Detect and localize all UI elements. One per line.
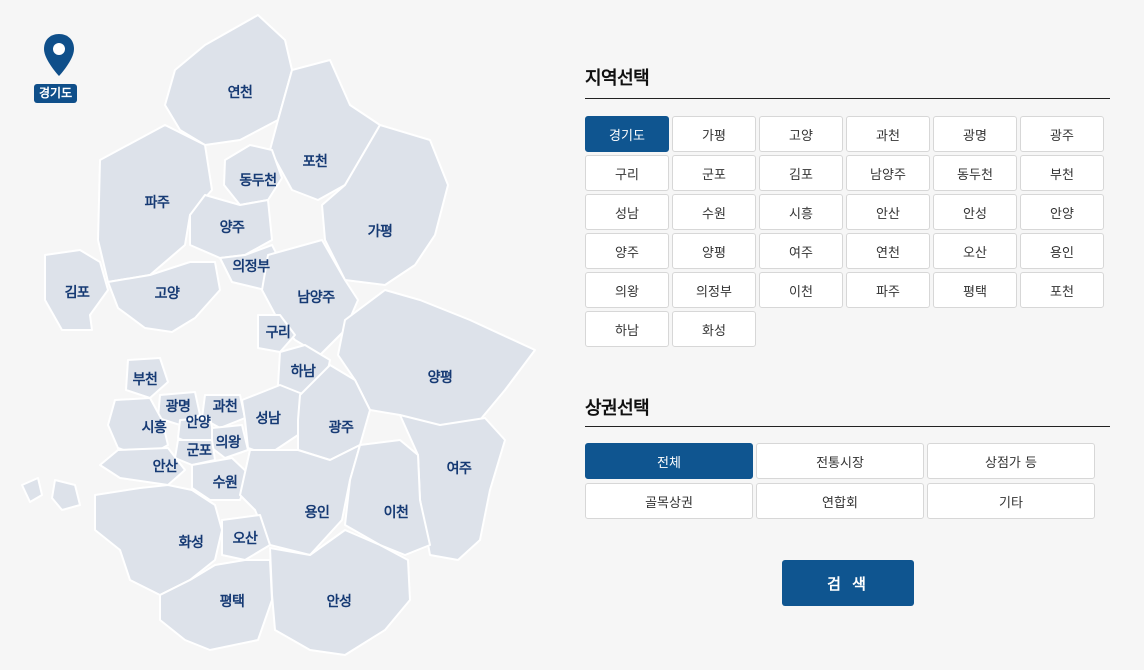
- map-region-label[interactable]: 여주: [447, 458, 472, 478]
- map-region-label[interactable]: 하남: [291, 361, 316, 381]
- map-region-label[interactable]: 파주: [145, 192, 170, 212]
- region-options: 경기도 가평 고양 과천 광명 광주구리 군포 김포 남양주 동두천 부천성남 수원 시흥 안산 안성 안양양…: [585, 116, 1104, 347]
- map-region-label[interactable]: 이천: [384, 502, 409, 522]
- market-option[interactable]: 골목상권: [585, 483, 753, 519]
- map-region-label[interactable]: 용인: [305, 502, 330, 522]
- market-option[interactable]: 연합회: [756, 483, 924, 519]
- market-select-divider: [585, 426, 1110, 427]
- region-option[interactable]: 안양: [1020, 194, 1104, 230]
- region-option[interactable]: 남양주: [846, 155, 930, 191]
- region-option[interactable]: 평택: [933, 272, 1017, 308]
- region-option[interactable]: 김포: [759, 155, 843, 191]
- region-option[interactable]: 가평: [672, 116, 756, 152]
- map-region-label[interactable]: 수원: [213, 472, 238, 492]
- region-option[interactable]: 파주: [846, 272, 930, 308]
- map-region-label[interactable]: 고양: [155, 283, 180, 303]
- market-option[interactable]: 상점가 등: [927, 443, 1095, 479]
- market-option[interactable]: 전통시장: [756, 443, 924, 479]
- region-option[interactable]: 포천: [1020, 272, 1104, 308]
- region-option[interactable]: 의왕: [585, 272, 669, 308]
- map-pin-icon: [43, 34, 75, 82]
- map-region-label[interactable]: 김포: [65, 282, 90, 302]
- map-region-label[interactable]: 광주: [329, 417, 354, 437]
- market-option[interactable]: 전체: [585, 443, 753, 479]
- region-option[interactable]: 여주: [759, 233, 843, 269]
- region-option[interactable]: 과천: [846, 116, 930, 152]
- map-region-label[interactable]: 부천: [133, 369, 158, 389]
- market-options: 전체 전통시장 상점가 등골목상권 연합회 기타: [585, 443, 1095, 519]
- map-region-label[interactable]: 안산: [153, 456, 178, 476]
- map-region-label[interactable]: 동두천: [239, 170, 277, 190]
- map-region-label[interactable]: 남양주: [297, 287, 335, 307]
- map-region-label[interactable]: 오산: [233, 528, 258, 548]
- map-region-island-2: [51, 479, 81, 511]
- region-option[interactable]: 광명: [933, 116, 1017, 152]
- region-option[interactable]: 고양: [759, 116, 843, 152]
- map-region-yeoncheon[interactable]: [164, 14, 293, 146]
- map-region-label[interactable]: 성남: [256, 408, 281, 428]
- region-option[interactable]: 연천: [846, 233, 930, 269]
- map-region-label[interactable]: 구리: [266, 322, 291, 342]
- map-region-label[interactable]: 의정부: [232, 256, 270, 276]
- map-region-label[interactable]: 의왕: [216, 432, 241, 452]
- region-select-divider: [585, 98, 1110, 99]
- map-region-label[interactable]: 안성: [327, 591, 352, 611]
- region-option[interactable]: 수원: [672, 194, 756, 230]
- region-option[interactable]: 이천: [759, 272, 843, 308]
- market-option[interactable]: 기타: [927, 483, 1095, 519]
- region-option[interactable]: 동두천: [933, 155, 1017, 191]
- map-region-label[interactable]: 안양: [186, 412, 211, 432]
- map-region-label[interactable]: 평택: [220, 591, 245, 611]
- map-pin-label: 경기도: [34, 84, 78, 103]
- region-option[interactable]: 양주: [585, 233, 669, 269]
- region-option[interactable]: 시흥: [759, 194, 843, 230]
- region-option[interactable]: 의정부: [672, 272, 756, 308]
- region-option[interactable]: 구리: [585, 155, 669, 191]
- map-region-island-1: [21, 477, 43, 503]
- region-option[interactable]: 경기도: [585, 116, 669, 152]
- region-select-title: 지역선택: [585, 68, 650, 89]
- map-region-label[interactable]: 포천: [303, 151, 328, 171]
- map-region-label[interactable]: 군포: [187, 440, 212, 460]
- region-option[interactable]: 광주: [1020, 116, 1104, 152]
- map-region-label[interactable]: 양평: [428, 367, 453, 387]
- region-option[interactable]: 화성: [672, 311, 756, 347]
- map-region-label[interactable]: 가평: [368, 221, 393, 241]
- map-region-label[interactable]: 시흥: [142, 417, 167, 437]
- region-option[interactable]: 안산: [846, 194, 930, 230]
- region-option[interactable]: 오산: [933, 233, 1017, 269]
- market-select-title: 상권선택: [585, 398, 650, 419]
- map-region-label[interactable]: 연천: [228, 82, 253, 102]
- region-option[interactable]: 안성: [933, 194, 1017, 230]
- region-option[interactable]: 성남: [585, 194, 669, 230]
- map-region-label[interactable]: 양주: [220, 217, 245, 237]
- region-option[interactable]: 부천: [1020, 155, 1104, 191]
- map-region-label[interactable]: 과천: [213, 396, 238, 416]
- region-option[interactable]: 용인: [1020, 233, 1104, 269]
- region-option[interactable]: 하남: [585, 311, 669, 347]
- map-region-label[interactable]: 화성: [179, 532, 204, 552]
- gyeonggi-map: 경기도 연천 포천 동두천 파주 양주 가평 의정부 김포 고양 남양주 구리 하남 부천 양평 광명 과천 안…: [0, 0, 560, 670]
- search-button[interactable]: 검 색: [782, 560, 914, 606]
- region-option[interactable]: 양평: [672, 233, 756, 269]
- region-option[interactable]: 군포: [672, 155, 756, 191]
